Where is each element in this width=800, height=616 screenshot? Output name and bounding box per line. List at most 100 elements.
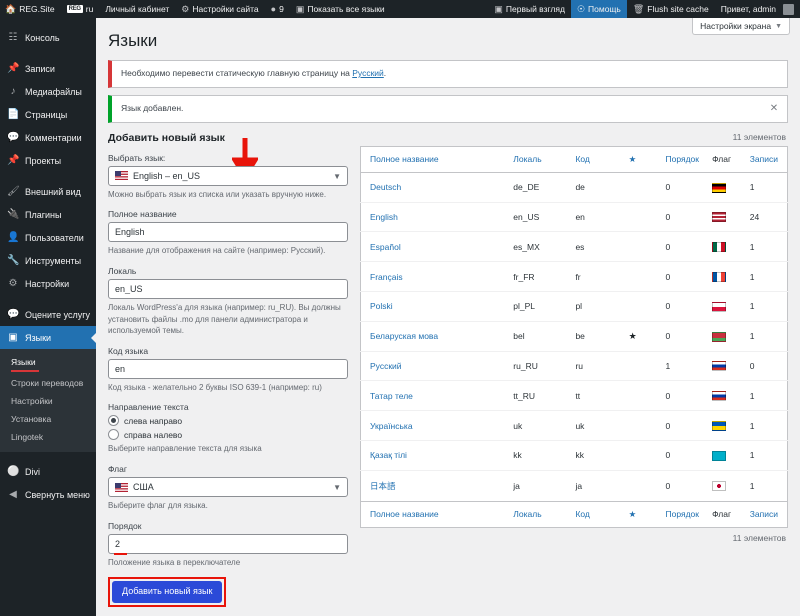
col-footer-default-star[interactable]: ★ xyxy=(624,500,662,528)
sidebar-collapse-menu[interactable]: ◀ Свернуть меню xyxy=(0,483,96,506)
select-language[interactable]: English – en_US xyxy=(108,165,348,186)
plugin-icon: 🔌 xyxy=(7,209,20,220)
close-icon[interactable]: ✕ xyxy=(767,102,781,116)
sidebar-item-label: Пользователи xyxy=(25,232,84,243)
col-footer-name[interactable]: Полное название xyxy=(360,500,510,528)
radio-ltr[interactable]: слева направо xyxy=(108,415,348,427)
adminbar-show-all-languages[interactable]: ▣ Показать все языки xyxy=(290,0,391,18)
submenu-item-languages[interactable]: Языки xyxy=(0,353,96,374)
language-code-input[interactable] xyxy=(108,358,348,379)
cell-default-star[interactable] xyxy=(624,440,662,471)
adminbar-account[interactable]: Личный кабинет xyxy=(99,0,175,18)
language-name-link[interactable]: English xyxy=(370,212,398,222)
screen-options-toggle[interactable]: Настройки экрана ▼ xyxy=(692,18,790,35)
col-header-locale[interactable]: Локаль xyxy=(509,146,572,173)
adminbar-my-account[interactable]: Привет, admin xyxy=(715,0,800,18)
sidebar-item-dashboard[interactable]: ☷ Консоль xyxy=(0,26,96,49)
cell-posts-count: 1 xyxy=(745,410,788,441)
adminbar-flush-cache[interactable]: 🗑 Flush site cache xyxy=(627,0,715,18)
settings-sliders-icon: ⚙ xyxy=(8,278,18,289)
col-header-code[interactable]: Код xyxy=(571,146,625,173)
submit-annotation-box: Добавить новый язык xyxy=(108,577,227,607)
adminbar-site-home[interactable]: 🏠 REG.Site xyxy=(0,0,61,18)
sidebar-item-rate-service[interactable]: 💬 Оцените услугу xyxy=(0,303,96,326)
cell-default-star[interactable] xyxy=(624,172,662,203)
adminbar-site-settings[interactable]: ⚙ Настройки сайта xyxy=(175,0,264,18)
cell-default-star[interactable] xyxy=(624,380,662,412)
language-name-link[interactable]: 日本語 xyxy=(370,481,396,491)
cell-default-star[interactable] xyxy=(624,231,662,263)
col-header-posts[interactable]: Записи xyxy=(745,146,788,173)
locale-input[interactable] xyxy=(108,279,348,300)
sidebar-item-comments[interactable]: 💬 Комментарии xyxy=(0,126,96,149)
submenu-item-translation-strings[interactable]: Строки переводов xyxy=(0,374,96,392)
field-label: Полное название xyxy=(108,209,177,220)
adminbar-site-logo-item[interactable]: REG ru xyxy=(61,0,100,18)
cell-order: 0 xyxy=(665,480,671,491)
sidebar-item-settings[interactable]: ⚙ Настройки xyxy=(0,272,96,295)
cell-order: 0 xyxy=(661,380,709,412)
cell-locale: fr_FR xyxy=(509,261,572,292)
select-language-wrapper[interactable]: English – en_US ▼ xyxy=(108,165,348,186)
cell-default-star[interactable] xyxy=(625,470,662,501)
field-order: Порядок Положение языка в переключателе xyxy=(108,521,348,569)
sidebar-item-projects[interactable]: 📌 Проекты xyxy=(0,149,96,172)
adminbar-comments[interactable]: ● 9 xyxy=(265,0,290,18)
table-row: 日本語 ja ja 0 1 xyxy=(361,470,788,501)
sidebar-item-appearance[interactable]: 🖌 Внешний вид xyxy=(0,180,96,203)
cell-default-star[interactable] xyxy=(624,261,662,292)
language-name-link[interactable]: Deutsch xyxy=(370,182,401,192)
sidebar-item-plugins[interactable]: 🔌 Плагины xyxy=(0,203,96,226)
select-flag[interactable]: США xyxy=(108,477,348,498)
sidebar-item-users[interactable]: 👤 Пользователи xyxy=(0,226,96,249)
submenu-item-settings[interactable]: Настройки xyxy=(0,392,96,410)
cell-default-star[interactable] xyxy=(624,202,662,233)
cell-language-name: Русский xyxy=(360,351,510,382)
add-new-language-button[interactable]: Добавить новый язык xyxy=(112,581,223,603)
language-name-link[interactable]: Français xyxy=(370,272,403,282)
form-heading: Добавить новый язык xyxy=(108,131,225,144)
col-header-default-star[interactable]: ★ xyxy=(624,146,662,173)
submenu-item-label: Установка xyxy=(11,414,52,424)
language-name-link[interactable]: Polski xyxy=(370,301,393,311)
submenu-item-setup[interactable]: Установка xyxy=(0,410,96,428)
language-name-link[interactable]: Українська xyxy=(370,421,413,431)
radio-rtl[interactable]: справа налево xyxy=(108,429,348,441)
sidebar-item-languages[interactable]: ▣ Языки xyxy=(0,326,97,349)
cell-language-name: English xyxy=(360,202,510,233)
cell-default-star[interactable]: ★ xyxy=(624,321,662,352)
col-footer-order[interactable]: Порядок xyxy=(661,500,709,528)
adminbar-help[interactable]: ☉ Помощь xyxy=(570,0,627,18)
language-name-link[interactable]: Татар теле xyxy=(370,391,413,401)
sidebar-item-label: Свернуть меню xyxy=(25,489,90,500)
col-header-name[interactable]: Полное название xyxy=(360,146,510,173)
submenu-item-lingotek[interactable]: Lingotek xyxy=(0,428,96,446)
table-head: Полное название Локаль Код ★ Порядок Фла… xyxy=(360,146,788,173)
sidebar-item-divi[interactable]: ⚪ Divi xyxy=(0,460,96,483)
sidebar-item-media[interactable]: ♪ Медиафайлы xyxy=(0,80,96,103)
col-header-order[interactable]: Порядок xyxy=(661,146,709,173)
col-footer-flag: Флаг xyxy=(708,500,746,528)
language-name-link[interactable]: Español xyxy=(370,242,401,252)
language-name-link[interactable]: Русский xyxy=(370,361,402,371)
cell-default-star[interactable] xyxy=(624,410,662,441)
table-row: English en_US en 0 24 xyxy=(360,202,788,233)
sidebar-item-pages[interactable]: 📄 Страницы xyxy=(0,103,96,126)
language-name-link[interactable]: Беларуская мова xyxy=(370,331,438,341)
sidebar-item-tools[interactable]: 🔧 Инструменты xyxy=(0,249,96,272)
cell-posts-count: 1 xyxy=(745,321,788,352)
select-flag-wrapper[interactable]: США ▼ xyxy=(108,477,348,498)
order-input[interactable] xyxy=(108,533,348,554)
cell-default-star[interactable] xyxy=(624,291,662,322)
col-footer-posts[interactable]: Записи xyxy=(745,500,788,528)
cell-default-star[interactable] xyxy=(624,351,662,382)
full-name-input[interactable] xyxy=(108,222,348,243)
language-name-link[interactable]: Қазақ тілі xyxy=(370,450,407,460)
tools-wrench-icon: 🔧 xyxy=(7,255,20,266)
col-footer-locale[interactable]: Локаль xyxy=(509,500,572,528)
cell-flag xyxy=(708,261,746,292)
sidebar-item-posts[interactable]: 📌 Записи xyxy=(0,57,96,80)
notice-link-russian[interactable]: Русский xyxy=(352,68,384,78)
adminbar-first-glance[interactable]: ▣ Первый взгляд xyxy=(488,0,571,18)
col-footer-code[interactable]: Код xyxy=(571,500,625,528)
